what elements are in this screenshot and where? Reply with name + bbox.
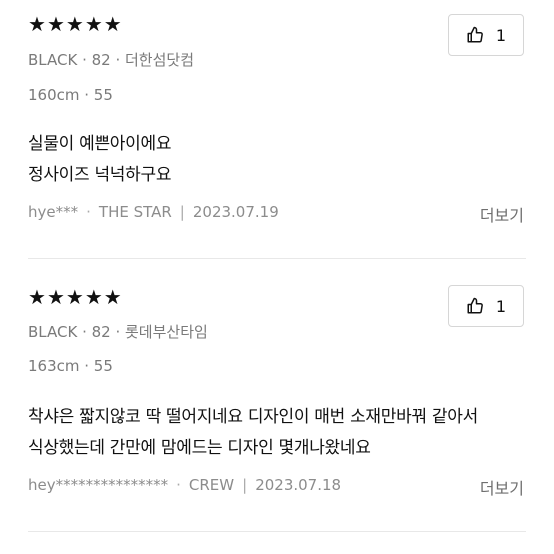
review-options: BLACK · 82 · 롯데부산타임 — [28, 323, 208, 341]
review-author: hye*** — [28, 203, 79, 221]
star-icon: ★ — [103, 285, 122, 309]
thumbs-up-icon — [467, 26, 483, 43]
review-content-line: 정사이즈 넉넉하구요 — [28, 165, 172, 185]
like-count: 1 — [495, 296, 507, 316]
like-button[interactable]: 1 — [448, 14, 524, 56]
meta-separator: | — [179, 203, 185, 221]
review-author: hey*************** — [28, 476, 169, 494]
star-icon: ★ — [28, 12, 46, 36]
star-icon: ★ — [46, 285, 65, 309]
star-icon: ★ — [84, 285, 103, 309]
review-meta: hey*************** · CREW | 2023.07.18 — [28, 476, 341, 494]
more-button[interactable]: 더보기 — [480, 202, 524, 226]
review-shop: CREW — [188, 476, 235, 494]
star-icon: ★ — [84, 12, 103, 36]
review-date: 2023.07.19 — [192, 203, 279, 221]
reviewer-body-info: 163cm · 55 — [28, 357, 113, 375]
reviewer-body-info: 160cm · 55 — [28, 86, 113, 104]
review-content-line: 착샤은 짧지않코 딱 떨어지네요 디자인이 매번 소재만바꿔 같아서 — [28, 407, 478, 427]
meta-separator: · — [86, 203, 91, 221]
star-icon: ★ — [65, 12, 84, 36]
review-content-line: 실물이 예쁜아이에요 — [28, 134, 172, 154]
star-icon: ★ — [103, 12, 122, 36]
star-icon: ★ — [65, 285, 84, 309]
rating-stars: ★ ★ ★ ★ ★ — [28, 13, 122, 35]
meta-separator: · — [176, 476, 181, 494]
more-button[interactable]: 더보기 — [480, 475, 524, 499]
review-date: 2023.07.18 — [255, 476, 342, 494]
rating-stars: ★ ★ ★ ★ ★ — [28, 286, 122, 308]
like-count: 1 — [495, 25, 507, 45]
review-meta: hye*** · THE STAR | 2023.07.19 — [28, 203, 279, 221]
thumbs-up-icon — [467, 297, 483, 314]
star-icon: ★ — [28, 285, 46, 309]
review-shop: THE STAR — [98, 203, 172, 221]
star-icon: ★ — [46, 12, 65, 36]
review-divider — [28, 258, 526, 259]
meta-separator: | — [242, 476, 248, 494]
like-button[interactable]: 1 — [448, 285, 524, 327]
review-divider — [28, 531, 526, 532]
review-options: BLACK · 82 · 더한섬닷컴 — [28, 51, 194, 69]
review-content-line: 식상했는데 간만에 맘에드는 디자인 몇개나왔네요 — [28, 438, 371, 458]
